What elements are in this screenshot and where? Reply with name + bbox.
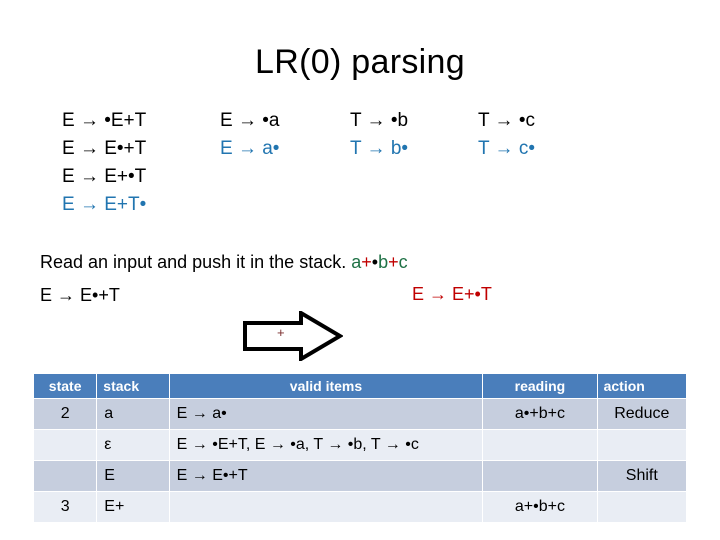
item-t-b: T → •b	[350, 110, 409, 131]
cell-state: 2	[34, 399, 97, 429]
input-token-plus-1: +	[361, 252, 372, 272]
column-header-valid-items: valid items	[169, 374, 483, 398]
cell-state	[34, 461, 97, 491]
right-arrow-icon	[243, 311, 343, 361]
cell-stack: E	[97, 461, 169, 491]
cell-stack: E+	[97, 492, 169, 522]
current-item-right-highlight: E → E+•T	[412, 284, 492, 304]
cell-action	[597, 492, 686, 522]
cell-reading: a•+b+c	[483, 399, 597, 429]
cell-stack: ε	[97, 430, 169, 460]
input-token-plus-2: +	[388, 252, 399, 272]
table-row: ε E → •E+T, E → •a, T → •b, T → •c	[34, 430, 686, 460]
table-row: E E → E•+T Shift	[34, 461, 686, 491]
cell-valid-items: E → a•	[169, 399, 483, 429]
item-e-e-dot-plus-t: E → E•+T	[62, 138, 147, 159]
cell-stack: a	[97, 399, 169, 429]
column-header-reading: reading	[483, 374, 597, 398]
cell-valid-items: E → •E+T, E → •a, T → •b, T → •c	[169, 430, 483, 460]
arrow-plus-label: +	[277, 325, 285, 340]
right-arrow-shape: +	[243, 311, 343, 361]
parse-trace-table: state stack valid items reading action 2…	[33, 373, 687, 523]
read-input-line: Read an input and push it in the stack. …	[40, 250, 408, 274]
table-header-row: state stack valid items reading action	[34, 374, 686, 398]
input-token-c: c	[398, 252, 408, 272]
cell-reading: a+•b+c	[483, 492, 597, 522]
cell-state	[34, 430, 97, 460]
cell-action	[597, 430, 686, 460]
input-token-a: a	[351, 252, 362, 272]
item-e-dot-e-plus-t: E → •E+T	[62, 110, 147, 131]
cell-valid-items: E → E•+T	[169, 461, 483, 491]
column-header-action: action	[597, 374, 686, 398]
page-title: LR(0) parsing	[255, 43, 465, 81]
item-t-b-dot: T → b•	[350, 138, 409, 159]
item-t-c-dot: T → c•	[478, 138, 535, 159]
cell-reading	[483, 461, 597, 491]
current-item-left: E → E•+T	[40, 285, 120, 305]
cell-action: Shift	[597, 461, 686, 491]
item-e-a-dot: E → a•	[220, 138, 280, 159]
item-e-e-plus-t-dot: E → E+T•	[62, 194, 147, 215]
cell-reading	[483, 430, 597, 460]
cell-action: Reduce	[597, 399, 686, 429]
item-e-a: E → •a	[220, 110, 280, 131]
table-row: 3 E+ a+•b+c	[34, 492, 686, 522]
cell-state: 3	[34, 492, 97, 522]
table-row: 2 a E → a• a•+b+c Reduce	[34, 399, 686, 429]
lr0-items-grid: E → •E+T E → •a T → •b T → •c E → E•+T E…	[62, 108, 602, 218]
read-instruction-text: Read an input and push it in the stack.	[40, 252, 347, 272]
item-e-e-plus-dot-t: E → E+•T	[62, 166, 147, 187]
item-t-c: T → •c	[478, 110, 535, 131]
input-token-b: b	[378, 252, 389, 272]
cell-valid-items	[169, 492, 483, 522]
column-header-state: state	[34, 374, 97, 398]
column-header-stack: stack	[97, 374, 169, 398]
